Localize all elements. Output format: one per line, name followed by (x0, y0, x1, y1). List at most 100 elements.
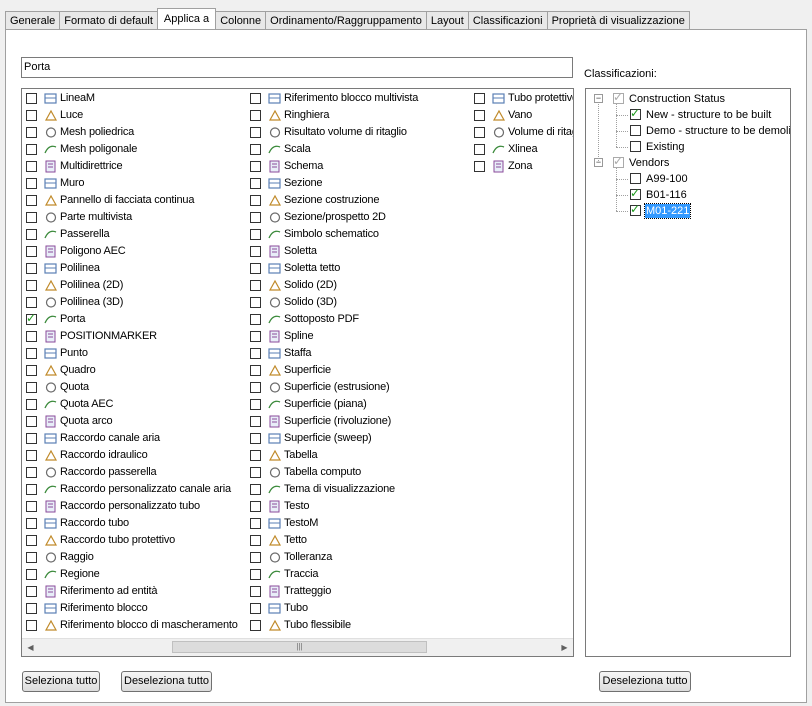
item-checkbox[interactable] (26, 229, 37, 240)
tab-7[interactable]: Proprietà di visualizzazione (546, 11, 690, 29)
item-checkbox[interactable] (26, 484, 37, 495)
item-checkbox[interactable] (26, 620, 37, 631)
item-checkbox[interactable] (250, 586, 261, 597)
tree-checkbox[interactable] (613, 154, 624, 168)
classification-tree[interactable]: − Construction Status New - structure to b… (585, 88, 791, 657)
scroll-left-icon[interactable]: ◀ (22, 639, 39, 656)
item-label: Parte multivista (60, 211, 132, 223)
item-checkbox[interactable] (26, 450, 37, 461)
item-checkbox[interactable] (250, 501, 261, 512)
item-checkbox[interactable] (250, 484, 261, 495)
item-checkbox[interactable] (26, 212, 37, 223)
item-checkbox[interactable] (250, 178, 261, 189)
horizontal-scrollbar[interactable]: ◀ ||| ▶ (22, 638, 573, 656)
deselect-all-tree-button[interactable]: Deseleziona tutto (599, 671, 691, 692)
deselect-all-button[interactable]: Deseleziona tutto (121, 671, 212, 692)
tab-0[interactable]: Generale (5, 11, 61, 29)
item-checkbox[interactable] (250, 450, 261, 461)
item-checkbox[interactable] (474, 161, 485, 172)
item-checkbox[interactable] (250, 382, 261, 393)
item-checkbox[interactable] (26, 178, 37, 189)
object-type-list[interactable]: LineaM Luce Mesh poliedrica Mesh poligonale… (21, 88, 574, 657)
item-checkbox[interactable] (26, 365, 37, 376)
item-checkbox[interactable] (26, 280, 37, 291)
item-checkbox[interactable] (250, 229, 261, 240)
item-checkbox[interactable] (474, 110, 485, 121)
item-checkbox[interactable] (26, 569, 37, 580)
tree-checkbox[interactable] (630, 125, 641, 136)
item-checkbox[interactable] (474, 127, 485, 138)
item-checkbox[interactable] (26, 501, 37, 512)
item-checkbox[interactable] (250, 467, 261, 478)
item-checkbox[interactable] (250, 535, 261, 546)
scroll-thumb[interactable]: ||| (172, 641, 427, 653)
item-checkbox[interactable] (250, 620, 261, 631)
item-checkbox[interactable] (250, 110, 261, 121)
item-checkbox[interactable] (250, 314, 261, 325)
solid-2d-icon (268, 279, 282, 292)
item-checkbox[interactable] (250, 399, 261, 410)
item-checkbox[interactable] (250, 603, 261, 614)
item-checkbox[interactable] (26, 263, 37, 274)
item-checkbox[interactable] (26, 144, 37, 155)
item-checkbox[interactable] (26, 382, 37, 393)
item-checkbox[interactable] (250, 297, 261, 308)
item-checkbox[interactable] (250, 569, 261, 580)
item-checkbox[interactable] (26, 399, 37, 410)
tab-3[interactable]: Colonne (215, 11, 267, 29)
item-checkbox[interactable] (250, 280, 261, 291)
item-checkbox[interactable] (250, 127, 261, 138)
item-checkbox[interactable] (250, 348, 261, 359)
tab-5[interactable]: Layout (425, 11, 469, 29)
item-checkbox[interactable] (26, 127, 37, 138)
item-checkbox[interactable] (474, 144, 485, 155)
item-checkbox[interactable] (250, 161, 261, 172)
item-checkbox[interactable] (26, 93, 37, 104)
item-checkbox[interactable] (250, 518, 261, 529)
item-checkbox[interactable] (474, 93, 485, 104)
item-checkbox[interactable] (26, 518, 37, 529)
tree-checkbox[interactable] (630, 173, 641, 184)
item-checkbox[interactable] (26, 195, 37, 206)
tree-checkbox[interactable] (630, 106, 641, 120)
tab-6[interactable]: Classificazioni (467, 11, 548, 29)
collapse-icon[interactable]: − (594, 94, 603, 103)
select-all-button[interactable]: Seleziona tutto (22, 671, 100, 692)
tree-checkbox[interactable] (630, 141, 641, 152)
item-checkbox[interactable] (26, 416, 37, 427)
item-checkbox[interactable] (250, 212, 261, 223)
item-checkbox[interactable] (26, 433, 37, 444)
tree-checkbox[interactable] (630, 202, 641, 216)
item-checkbox[interactable] (250, 93, 261, 104)
item-checkbox[interactable] (250, 263, 261, 274)
item-checkbox[interactable] (250, 144, 261, 155)
tree-checkbox[interactable] (613, 90, 624, 104)
item-checkbox[interactable] (26, 331, 37, 342)
scroll-right-icon[interactable]: ▶ (556, 639, 573, 656)
item-checkbox[interactable] (26, 297, 37, 308)
tab-1[interactable]: Formato di default (59, 11, 158, 29)
tree-checkbox[interactable] (630, 186, 641, 200)
item-checkbox[interactable] (26, 603, 37, 614)
item-checkbox[interactable] (26, 110, 37, 121)
item-checkbox[interactable] (26, 311, 37, 325)
item-checkbox[interactable] (26, 535, 37, 546)
item-checkbox[interactable] (26, 246, 37, 257)
item-checkbox[interactable] (250, 552, 261, 563)
item-checkbox[interactable] (26, 586, 37, 597)
item-checkbox[interactable] (26, 552, 37, 563)
item-checkbox[interactable] (250, 365, 261, 376)
table-icon (268, 449, 282, 462)
item-checkbox[interactable] (250, 246, 261, 257)
item-checkbox[interactable] (250, 331, 261, 342)
tab-2[interactable]: Applica a (156, 8, 217, 29)
item-checkbox[interactable] (250, 195, 261, 206)
item-checkbox[interactable] (26, 161, 37, 172)
item-checkbox[interactable] (250, 416, 261, 427)
item-checkbox[interactable] (26, 467, 37, 478)
item-checkbox[interactable] (26, 348, 37, 359)
tab-4[interactable]: Ordinamento/Raggruppamento (265, 11, 427, 29)
item-checkbox[interactable] (250, 433, 261, 444)
filter-input[interactable]: Porta (21, 57, 573, 78)
item-label: Schema (284, 160, 324, 172)
